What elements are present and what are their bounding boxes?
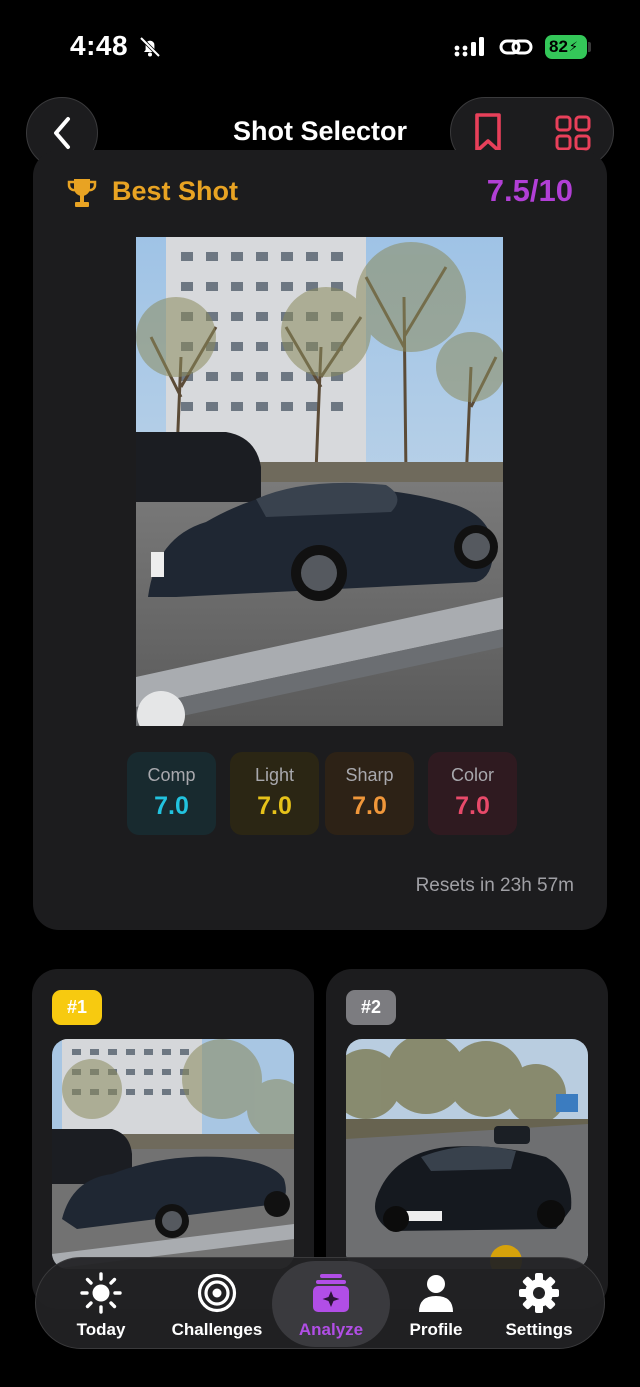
rank-badge: #2 (346, 990, 396, 1025)
gear-icon (519, 1273, 559, 1313)
tab-label: Profile (409, 1320, 463, 1339)
best-shot-score: 7.5/10 (486, 173, 573, 208)
tab-today[interactable]: Today (46, 1258, 156, 1350)
person-icon (419, 1275, 453, 1312)
rank-badge: #1 (52, 990, 102, 1025)
best-shot-label: Best Shot (112, 176, 239, 206)
battery-indicator: 82 ⚡ (545, 35, 587, 59)
metric-color: Color 7.0 (428, 752, 517, 835)
personal-hotspot-icon (499, 39, 533, 55)
metric-value: 7.0 (257, 792, 292, 820)
tab-label: Challenges (171, 1320, 263, 1339)
battery-tip (588, 42, 591, 52)
charging-bolt-icon: ⚡ (568, 39, 579, 54)
sparkle-stack-icon (313, 1274, 349, 1312)
metric-label: Sharp (345, 765, 394, 785)
battery-percent: 82 (549, 37, 568, 56)
metric-value: 7.0 (352, 792, 387, 820)
ranked-shot-photo[interactable] (346, 1039, 588, 1269)
metric-lighting: Light 7.0 (230, 752, 319, 835)
tab-bar: Today Challenges Analyze Profile Setting… (35, 1257, 605, 1349)
tab-challenges[interactable]: Challenges (162, 1258, 272, 1350)
tab-profile[interactable]: Profile (381, 1258, 491, 1350)
best-shot-card: Best Shot 7.5/10 Comp 7.0 Light 7.0 Shar… (33, 150, 607, 930)
tab-label: Analyze (298, 1320, 364, 1339)
metric-sharpness: Sharp 7.0 (325, 752, 414, 835)
bookmark-icon[interactable] (473, 112, 503, 154)
status-time: 4:48 (70, 30, 129, 61)
metric-label: Color (450, 765, 494, 785)
tab-settings[interactable]: Settings (484, 1258, 594, 1350)
signal-icon (454, 37, 484, 57)
target-icon (197, 1273, 237, 1313)
tab-label: Today (76, 1320, 126, 1339)
tab-analyze[interactable]: Analyze (272, 1258, 390, 1350)
ranked-shot-photo[interactable] (52, 1039, 294, 1269)
metric-label: Light (254, 765, 295, 785)
metric-value: 7.0 (154, 792, 189, 820)
trophy-icon (67, 179, 97, 207)
tab-label: Settings (505, 1320, 573, 1339)
grid-view-icon[interactable] (555, 115, 591, 151)
metric-composition: Comp 7.0 (127, 752, 216, 835)
metric-value: 7.0 (455, 792, 490, 820)
best-shot-photo[interactable] (136, 237, 503, 726)
sun-icon (80, 1272, 122, 1314)
status-bar: 4:48 82 ⚡ (0, 0, 640, 92)
reset-countdown: Resets in 23h 57m (415, 875, 574, 896)
silent-bell-icon (139, 36, 161, 58)
metric-label: Comp (147, 765, 196, 785)
